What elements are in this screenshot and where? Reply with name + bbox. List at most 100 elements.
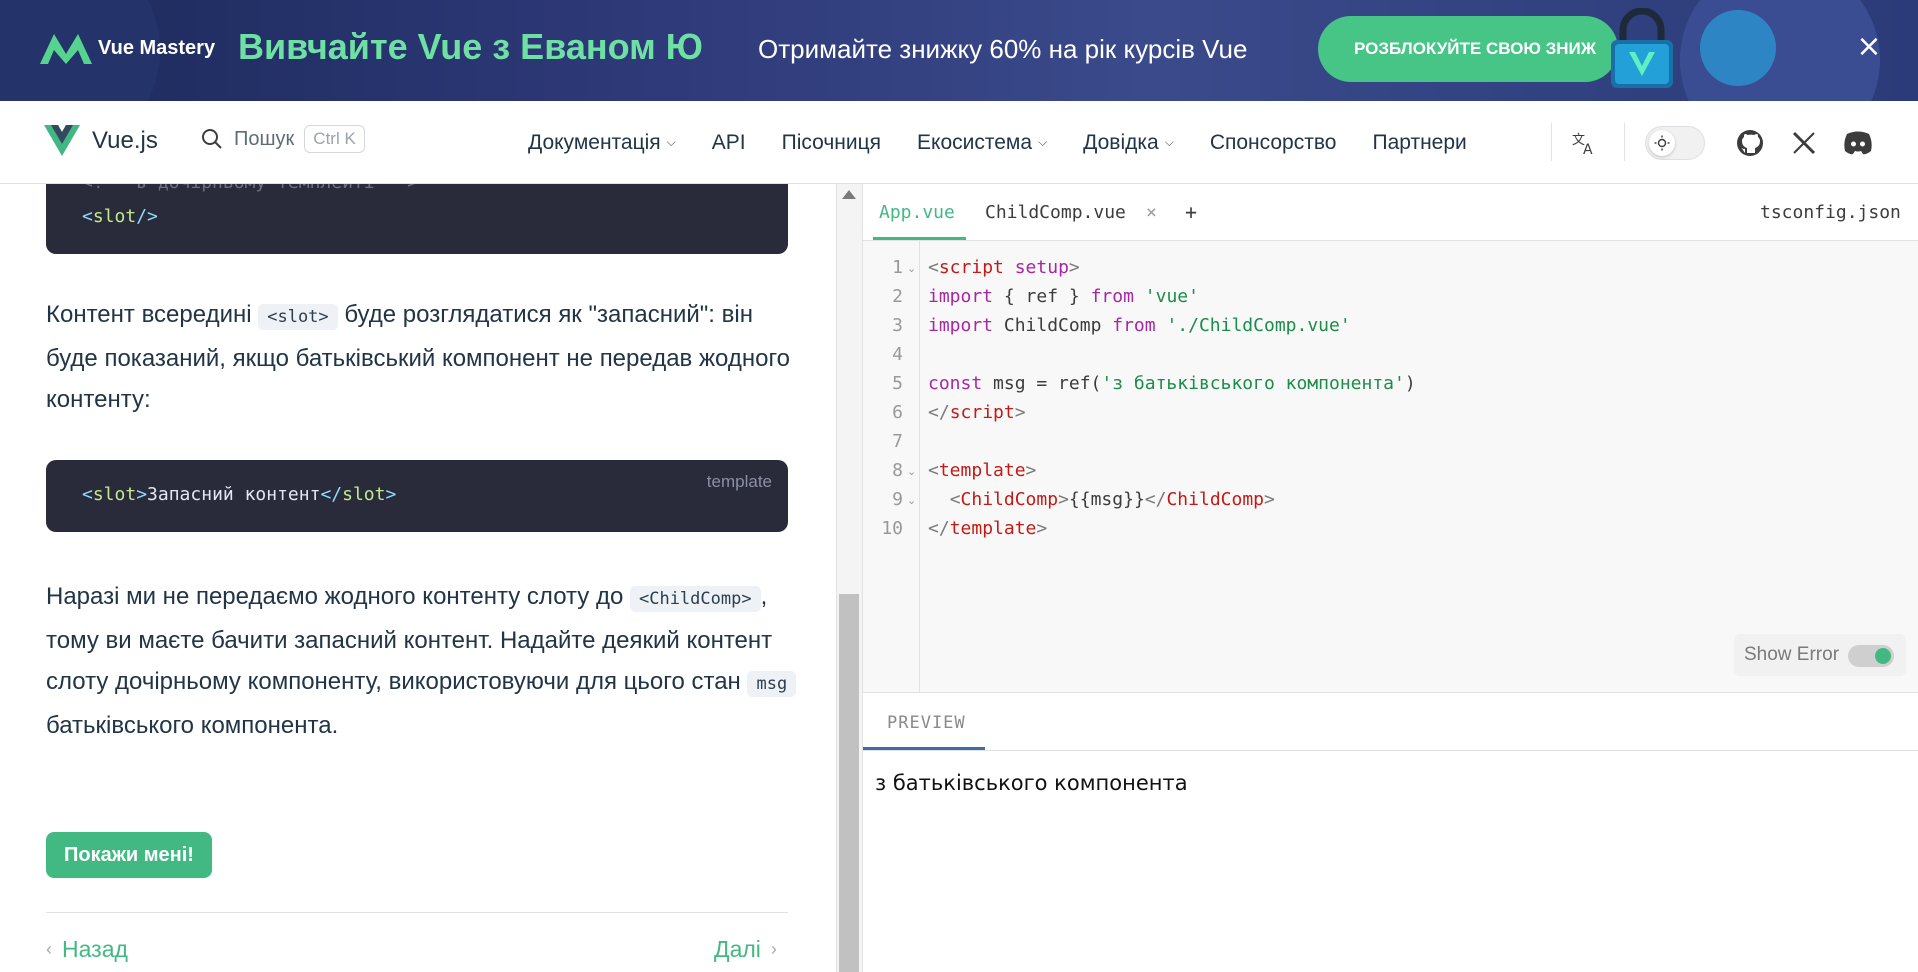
code-punc: < bbox=[82, 484, 93, 505]
search-icon bbox=[202, 129, 222, 149]
line-number: 8 bbox=[892, 460, 903, 481]
sun-icon bbox=[1649, 130, 1675, 156]
code-string: 'vue' bbox=[1144, 286, 1199, 307]
code-punc: </ bbox=[320, 484, 343, 505]
code-line-2[interactable]: import { ref } from 'vue' bbox=[928, 286, 1199, 307]
nav-sponsor[interactable]: Спонсорство bbox=[1210, 131, 1337, 155]
code-line-1[interactable]: <script setup> bbox=[928, 257, 1080, 278]
scroll-up-icon[interactable] bbox=[842, 190, 856, 199]
translate-icon[interactable]: 文 A bbox=[1568, 127, 1600, 159]
paragraph-fallback: Контент всередині <slot> буде розглядати… bbox=[46, 294, 806, 420]
code-line-10[interactable]: </template> bbox=[928, 518, 1047, 539]
line-number: 1 bbox=[892, 257, 903, 278]
close-banner-icon[interactable]: × bbox=[1854, 32, 1884, 62]
show-error-switch[interactable] bbox=[1848, 645, 1894, 667]
code-keyword: import bbox=[928, 286, 994, 307]
show-error-toggle[interactable]: Show Error bbox=[1734, 634, 1906, 676]
next-label: Далі bbox=[714, 936, 761, 962]
switch-knob bbox=[1875, 648, 1891, 664]
code-text: Запасний контент bbox=[147, 484, 321, 505]
discord-icon[interactable] bbox=[1842, 127, 1874, 159]
top-navbar: Vue.js Пошук Ctrl K Документація ⌵ API П… bbox=[0, 101, 1918, 184]
code-tag: slot bbox=[92, 206, 137, 227]
code-line-8[interactable]: <template> bbox=[928, 460, 1036, 481]
code-comment: <!-- в дочірньому темплейті --> bbox=[82, 184, 418, 193]
nav-sponsor-label: Спонсорство bbox=[1209, 130, 1337, 154]
nav-api[interactable]: API bbox=[712, 131, 746, 155]
close-tab-icon[interactable]: × bbox=[1146, 202, 1157, 223]
preview-panel: PREVIEW з батьківського компонента bbox=[862, 692, 1918, 972]
show-error-label: Show Error bbox=[1744, 644, 1840, 665]
brand-text: Vue.js bbox=[92, 127, 158, 154]
code-line-3[interactable]: import ChildComp from './ChildComp.vue' bbox=[928, 315, 1351, 336]
code-string: 'з батьківського компонента' bbox=[1101, 373, 1405, 394]
code-text: ChildComp bbox=[993, 315, 1113, 336]
search-shortcut: Ctrl K bbox=[304, 125, 365, 153]
search-label: Пошук bbox=[234, 127, 295, 150]
prev-link[interactable]: ‹ Назад bbox=[46, 936, 128, 963]
nav-divider bbox=[1551, 123, 1552, 161]
line-number: 10 bbox=[881, 518, 903, 539]
code-tag: slot bbox=[92, 484, 137, 505]
unlock-discount-button[interactable]: РОЗБЛОКУЙТЕ СВОЮ ЗНИЖ bbox=[1318, 16, 1618, 82]
line-gutter: 1 ⌄ 2 3 4 5 6 7 8 ⌄ 9 ⌄ 10 bbox=[863, 241, 920, 692]
vue-logo-icon bbox=[44, 125, 80, 156]
code-lang-label: template bbox=[706, 472, 772, 491]
paragraph-task: Наразі ми не передаємо жодного контенту … bbox=[46, 576, 806, 746]
code-line: <slot/> bbox=[82, 206, 158, 227]
tab-childcomp-vue[interactable]: ChildComp.vue bbox=[985, 202, 1126, 223]
nav-playground[interactable]: Пісочниця bbox=[782, 131, 881, 155]
nav-divider bbox=[1624, 123, 1625, 161]
nav-docs-label: Документація bbox=[528, 130, 661, 154]
nav-playground-label: Пісочниця bbox=[781, 130, 882, 154]
active-tab-indicator bbox=[873, 237, 966, 240]
line-number: 4 bbox=[892, 344, 903, 365]
scrollbar-thumb[interactable] bbox=[839, 594, 859, 972]
scrollbar[interactable] bbox=[836, 184, 862, 972]
nav-ecosystem[interactable]: Екосистема ⌵ bbox=[917, 131, 1047, 155]
tab-app-vue[interactable]: App.vue bbox=[879, 202, 955, 223]
line-number: 6 bbox=[892, 402, 903, 423]
code-tag: ChildComp bbox=[960, 489, 1059, 510]
code-tag: ChildComp bbox=[1166, 489, 1265, 510]
fold-icon[interactable]: ⌄ bbox=[907, 494, 916, 507]
code-keyword: from bbox=[1112, 315, 1156, 336]
show-me-button[interactable]: Покажи мені! bbox=[46, 832, 212, 878]
prev-label: Назад bbox=[62, 936, 128, 962]
github-icon[interactable] bbox=[1734, 127, 1766, 159]
code-tag: script bbox=[949, 402, 1015, 423]
code-tag: slot bbox=[342, 484, 386, 505]
chevron-down-icon: ⌵ bbox=[1164, 135, 1174, 149]
add-file-icon[interactable]: + bbox=[1185, 200, 1197, 224]
fold-icon[interactable]: ⌄ bbox=[907, 465, 916, 478]
code-line-5[interactable]: const msg = ref('з батьківського компоне… bbox=[928, 373, 1416, 394]
code-line: <slot>Запасний контент</slot> bbox=[82, 484, 396, 505]
code-line-9[interactable]: <ChildComp>{{msg}}</ChildComp> bbox=[928, 489, 1275, 510]
theme-toggle[interactable] bbox=[1645, 126, 1705, 160]
x-twitter-icon[interactable] bbox=[1788, 127, 1820, 159]
code-block-slot: <!-- в дочірньому темплейті --> <slot/> bbox=[46, 184, 788, 254]
banner-promo-text: Отримайте знижку 60% на рік курсів Vue bbox=[758, 34, 1248, 64]
search-button[interactable]: Пошук Ctrl K bbox=[200, 125, 365, 153]
code-punc: /> bbox=[136, 206, 158, 227]
nav-docs[interactable]: Документація ⌵ bbox=[528, 131, 676, 155]
nav-partners[interactable]: Партнери bbox=[1372, 131, 1466, 155]
inline-code: <ChildComp> bbox=[629, 586, 761, 612]
code-text: {{msg}} bbox=[1068, 489, 1145, 510]
tab-tsconfig[interactable]: tsconfig.json bbox=[1760, 202, 1901, 223]
nav-about[interactable]: Довідка ⌵ bbox=[1083, 131, 1174, 155]
next-link[interactable]: Далі › bbox=[714, 936, 777, 963]
inline-code: <slot> bbox=[258, 304, 338, 330]
code-text: { ref } bbox=[993, 286, 1091, 307]
code-keyword: const bbox=[928, 373, 983, 394]
vue-mastery-icon bbox=[40, 34, 92, 64]
nav-partners-label: Партнери bbox=[1372, 130, 1467, 154]
fold-icon[interactable]: ⌄ bbox=[907, 262, 916, 275]
file-tabs: App.vue ChildComp.vue × + tsconfig.json bbox=[863, 184, 1918, 241]
code-line-6[interactable]: </script> bbox=[928, 402, 1026, 423]
code-attr: setup bbox=[1014, 257, 1069, 278]
tab-preview[interactable]: PREVIEW bbox=[887, 713, 966, 733]
promo-banner[interactable]: Vue Mastery Вивчайте Vue з Еваном Ю Отри… bbox=[0, 0, 1918, 101]
vue-logo-link[interactable]: Vue.js bbox=[44, 125, 158, 157]
tutorial-content: <!-- в дочірньому темплейті --> <slot/> … bbox=[0, 184, 836, 972]
